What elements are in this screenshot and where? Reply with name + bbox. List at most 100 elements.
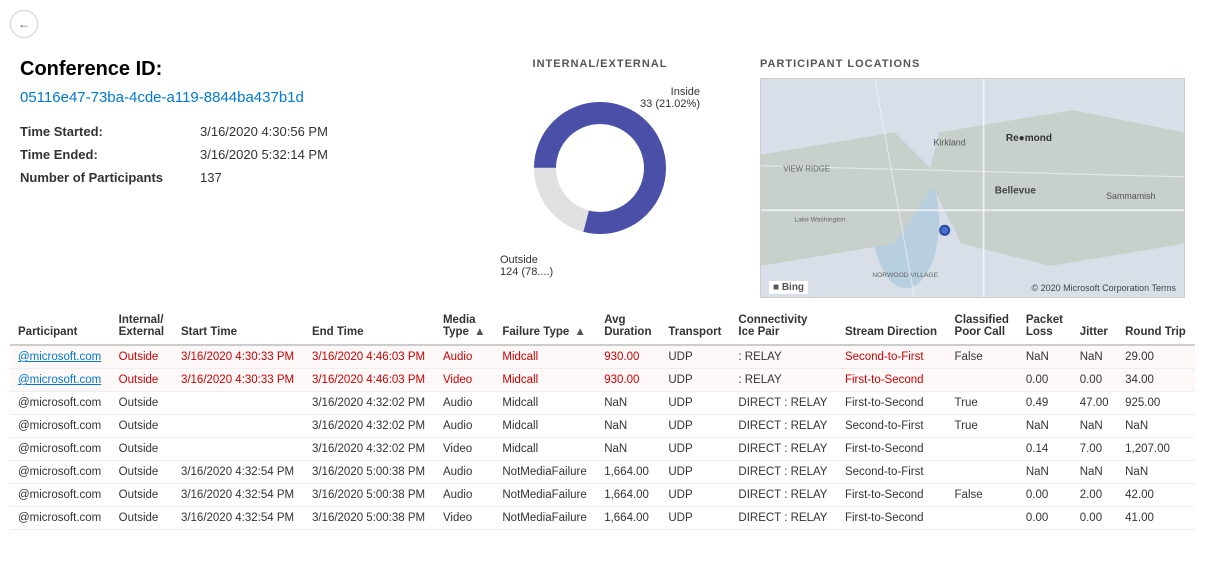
cell-stream_direction: First-to-Second (837, 369, 947, 392)
cell-avg_duration: NaN (596, 415, 660, 438)
col-media-type[interactable]: MediaType ▲ (435, 308, 494, 345)
cell-jitter: NaN (1072, 461, 1117, 484)
cell-round_trip: 41.00 (1117, 507, 1195, 530)
cell-participant: @microsoft.com (10, 369, 111, 392)
cell-media_type: Audio (435, 392, 494, 415)
cell-participant: @microsoft.com (10, 345, 111, 369)
map-title: PARTICIPANT LOCATIONS (760, 58, 1185, 70)
bing-logo: ■ Bing (769, 282, 808, 293)
cell-media_type: Video (435, 438, 494, 461)
cell-classified_poor_call: False (947, 484, 1018, 507)
table-row[interactable]: @microsoft.comOutside3/16/2020 4:32:02 P… (10, 415, 1195, 438)
col-round-trip[interactable]: Round Trip (1117, 308, 1195, 345)
svg-text:VIEW RIDGE: VIEW RIDGE (783, 164, 830, 173)
cell-end_time: 3/16/2020 4:46:03 PM (304, 369, 435, 392)
table-row[interactable]: @microsoft.comOutside3/16/2020 4:30:33 P… (10, 345, 1195, 369)
cell-jitter: 0.00 (1072, 507, 1117, 530)
cell-jitter: 2.00 (1072, 484, 1117, 507)
col-classified-poor-call[interactable]: ClassifiedPoor Call (947, 308, 1018, 345)
cell-avg_duration: NaN (596, 438, 660, 461)
cell-round_trip: 42.00 (1117, 484, 1195, 507)
svg-text:Bellevue: Bellevue (995, 186, 1037, 197)
cell-participant: @microsoft.com (10, 392, 111, 415)
col-avg-duration[interactable]: AvgDuration (596, 308, 660, 345)
cell-jitter: NaN (1072, 415, 1117, 438)
col-failure-type[interactable]: Failure Type ▲ (494, 308, 596, 345)
cell-classified_poor_call: False (947, 345, 1018, 369)
cell-round_trip: 29.00 (1117, 345, 1195, 369)
cell-start_time: 3/16/2020 4:30:33 PM (173, 369, 304, 392)
table-row[interactable]: @microsoft.comOutside3/16/2020 4:30:33 P… (10, 369, 1195, 392)
cell-end_time: 3/16/2020 4:46:03 PM (304, 345, 435, 369)
svg-text:Lake Washington: Lake Washington (794, 216, 845, 223)
table-row[interactable]: @microsoft.comOutside3/16/2020 4:32:54 P… (10, 461, 1195, 484)
chart-title: INTERNAL/EXTERNAL (460, 58, 740, 70)
cell-internal_external: Outside (111, 461, 173, 484)
cell-avg_duration: 1,664.00 (596, 484, 660, 507)
col-participant[interactable]: Participant (10, 308, 111, 345)
svg-text:Sammamish: Sammamish (1106, 191, 1155, 201)
cell-connectivity: DIRECT : RELAY (730, 392, 837, 415)
conference-id-title: Conference ID: (20, 58, 440, 81)
cell-end_time: 3/16/2020 4:32:02 PM (304, 415, 435, 438)
time-ended-value: 3/16/2020 5:32:14 PM (200, 147, 328, 162)
cell-jitter: 0.00 (1072, 369, 1117, 392)
cell-classified_poor_call (947, 438, 1018, 461)
cell-internal_external: Outside (111, 392, 173, 415)
cell-failure_type: Midcall (494, 392, 596, 415)
col-start-time[interactable]: Start Time (173, 308, 304, 345)
cell-stream_direction: First-to-Second (837, 438, 947, 461)
cell-end_time: 3/16/2020 4:32:02 PM (304, 392, 435, 415)
cell-avg_duration: 1,664.00 (596, 461, 660, 484)
cell-participant: @microsoft.com (10, 438, 111, 461)
map-section: PARTICIPANT LOCATIONS Bellevue (760, 58, 1185, 298)
cell-internal_external: Outside (111, 369, 173, 392)
cell-media_type: Video (435, 507, 494, 530)
table-row[interactable]: @microsoft.comOutside3/16/2020 4:32:02 P… (10, 438, 1195, 461)
cell-classified_poor_call (947, 507, 1018, 530)
col-transport[interactable]: Transport (660, 308, 730, 345)
col-jitter[interactable]: Jitter (1072, 308, 1117, 345)
conference-id-link[interactable]: 05116e47-73ba-4cde-a119-8844ba437b1d (20, 89, 440, 106)
cell-connectivity: DIRECT : RELAY (730, 507, 837, 530)
cell-transport: UDP (660, 392, 730, 415)
cell-transport: UDP (660, 415, 730, 438)
cell-participant: @microsoft.com (10, 484, 111, 507)
cell-packet_loss: 0.14 (1018, 438, 1072, 461)
col-end-time[interactable]: End Time (304, 308, 435, 345)
cell-start_time: 3/16/2020 4:32:54 PM (173, 461, 304, 484)
cell-end_time: 3/16/2020 5:00:38 PM (304, 507, 435, 530)
col-internal-external[interactable]: Internal/External (111, 308, 173, 345)
participants-value: 137 (200, 170, 222, 185)
cell-media_type: Audio (435, 345, 494, 369)
cell-media_type: Audio (435, 415, 494, 438)
table-row[interactable]: @microsoft.comOutside3/16/2020 4:32:54 P… (10, 507, 1195, 530)
table-row[interactable]: @microsoft.comOutside3/16/2020 4:32:54 P… (10, 484, 1195, 507)
cell-failure_type: Midcall (494, 369, 596, 392)
table-row[interactable]: @microsoft.comOutside 3/16/2020 4:32:02 P… (10, 392, 1195, 415)
time-started-label: Time Started: (20, 124, 200, 139)
time-ended-row: Time Ended: 3/16/2020 5:32:14 PM (20, 147, 440, 162)
outside-label: Outside 124 (78....) (500, 254, 553, 278)
data-table-section: Participant Internal/External Start Time… (0, 308, 1205, 530)
cell-transport: UDP (660, 369, 730, 392)
back-button[interactable]: ← (10, 10, 38, 38)
cell-classified_poor_call (947, 369, 1018, 392)
col-packet-loss[interactable]: PacketLoss (1018, 308, 1072, 345)
cell-connectivity: : RELAY (730, 345, 837, 369)
cell-failure_type: NotMediaFailure (494, 461, 596, 484)
conference-info-panel: Conference ID: 05116e47-73ba-4cde-a119-8… (20, 58, 440, 298)
col-connectivity[interactable]: ConnectivityIce Pair (730, 308, 837, 345)
cell-internal_external: Outside (111, 415, 173, 438)
cell-stream_direction: First-to-Second (837, 392, 947, 415)
cell-transport: UDP (660, 345, 730, 369)
col-stream-direction[interactable]: Stream Direction (837, 308, 947, 345)
donut-svg (520, 88, 680, 248)
cell-classified_poor_call: True (947, 392, 1018, 415)
participants-row: Number of Participants 137 (20, 170, 440, 185)
cell-connectivity: DIRECT : RELAY (730, 415, 837, 438)
cell-media_type: Audio (435, 461, 494, 484)
cell-stream_direction: Second-to-First (837, 415, 947, 438)
cell-participant: @microsoft.com (10, 461, 111, 484)
cell-internal_external: Outside (111, 507, 173, 530)
